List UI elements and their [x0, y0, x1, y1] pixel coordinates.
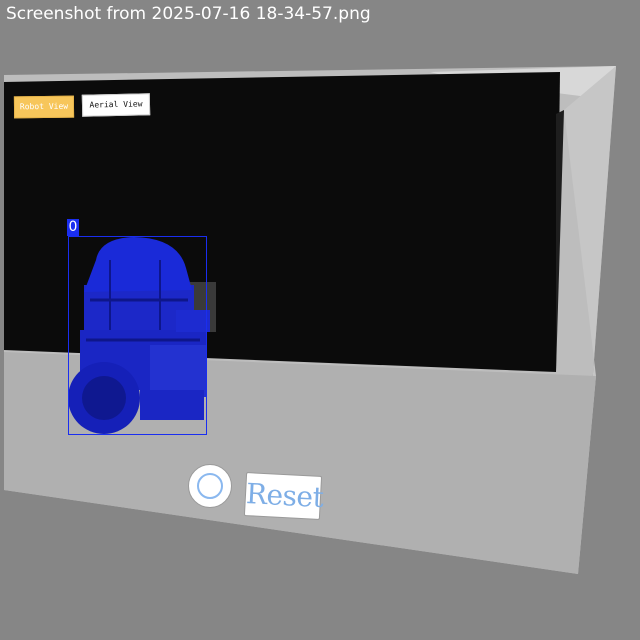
file-title: Screenshot from 2025-07-16 18-34-57.png	[6, 4, 371, 24]
screenshot-canvas: Screenshot from 2025-07-16 18-34-57.png …	[0, 0, 640, 640]
robot-view-button[interactable]: Robot View	[13, 95, 75, 119]
circle-record-icon	[197, 473, 223, 499]
reset-button[interactable]: Reset	[243, 472, 324, 520]
detection-bounding-box	[68, 236, 207, 435]
detection-label: 0	[67, 219, 79, 236]
aerial-view-button[interactable]: Aerial View	[81, 93, 151, 117]
record-button[interactable]	[188, 464, 232, 508]
